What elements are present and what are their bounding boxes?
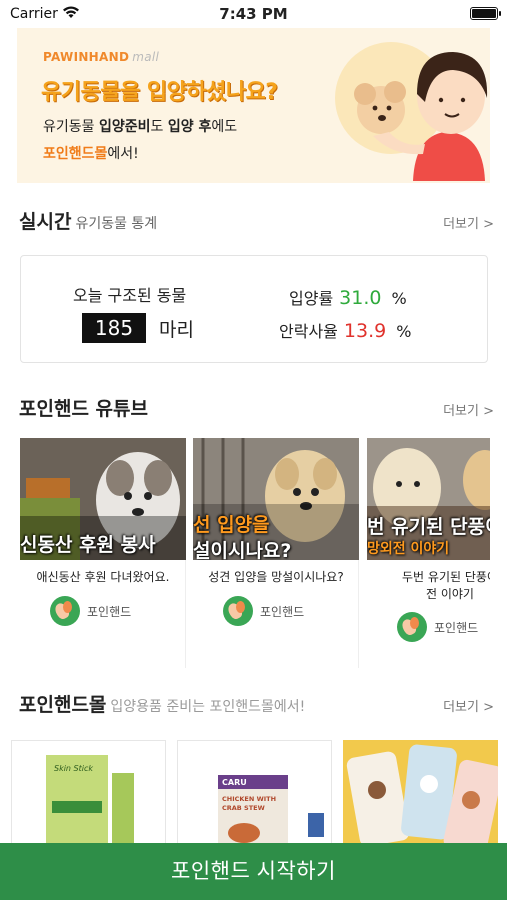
thumb-text: 설이시나요?	[193, 540, 292, 560]
banner-headline: 유기동물을 입양하셨나요?	[41, 80, 278, 105]
clock: 7:43 PM	[219, 5, 288, 23]
stats-title: 실시간 유기동물 통계	[19, 207, 157, 234]
banner-text-bold: 입양 후	[167, 119, 212, 135]
mall-more-link[interactable]: 더보기 >	[443, 696, 494, 715]
brand-name: PAWINHAND	[43, 50, 130, 64]
svg-text:CHICKEN WITH: CHICKEN WITH	[222, 795, 276, 803]
video-caption: 성견 입양을 망설이시나요?	[208, 570, 344, 584]
section-title: 실시간	[19, 211, 72, 233]
euthanasia-value: 13.9	[343, 320, 387, 342]
banner-text: 에도	[211, 119, 238, 135]
svg-text:CRAB STEW: CRAB STEW	[222, 804, 265, 812]
product-card[interactable]: CARU CHICKEN WITH CRAB STEW	[177, 740, 332, 850]
video-card[interactable]: 신동산 후원 봉사 애신동산 후원 다녀왔어요. 포인핸드	[20, 438, 186, 668]
product-image	[343, 740, 498, 850]
video-thumbnail: 선 입양을 설이시나요?	[193, 438, 359, 560]
section-title: 포인핸드몰	[19, 694, 107, 716]
svg-text:CARU: CARU	[222, 778, 247, 787]
mall-product-carousel[interactable]: Skin Stick CARU CHICKEN WITH CRAB STEW	[11, 740, 507, 850]
product-card[interactable]: Skin Stick	[11, 740, 166, 850]
video-card[interactable]: 선 입양을 설이시나요? 성견 입양을 망설이시나요? 포인핸드	[193, 438, 359, 668]
banner-text-bold: 입양준비	[98, 119, 151, 135]
percent-sign: %	[396, 322, 412, 341]
euthanasia-label: 안락사율	[279, 322, 338, 341]
stats-card: 오늘 구조된 동물 185 마리 입양률 31.0% 안락사율 13.9%	[20, 255, 488, 363]
mall-title: 포인핸드몰 입양용품 준비는 포인핸드몰에서!	[19, 690, 305, 717]
mall-section-header: 포인핸드몰 입양용품 준비는 포인핸드몰에서! 더보기 >	[19, 690, 494, 720]
video-card[interactable]: 번 유기된 단풍이 망외전 이야기 두번 유기된 단풍이 전 이야기 포인핸드	[367, 438, 490, 668]
youtube-carousel[interactable]: 신동산 후원 봉사 애신동산 후원 다녀왔어요. 포인핸드 선 입양을 설이시나…	[20, 438, 490, 668]
brand-suffix: mall	[132, 50, 160, 64]
banner-line-2: 포인핸드몰에서!	[43, 143, 139, 163]
thumb-text: 신동산 후원 봉사	[20, 534, 156, 556]
product-image: Skin Stick	[12, 741, 165, 849]
svg-text:Skin Stick: Skin Stick	[54, 764, 93, 773]
percent-sign: %	[391, 289, 407, 308]
promo-banner[interactable]: PAWINHAND mall 유기동물을 입양하셨나요? 유기동물 입양준비도 입…	[17, 28, 490, 183]
rescued-count: 185	[82, 313, 146, 343]
channel-avatar	[397, 612, 427, 642]
video-caption: 두번 유기된 단풍이 전 이야기	[367, 569, 490, 603]
youtube-more-link[interactable]: 더보기 >	[443, 400, 494, 419]
channel-avatar	[223, 596, 253, 626]
euthanasia-rate-row: 안락사율 13.9%	[279, 318, 411, 342]
youtube-title: 포인핸드 유튜브	[19, 398, 148, 420]
girl-with-dog-illustration	[335, 42, 488, 181]
video-thumbnail: 신동산 후원 봉사	[20, 438, 186, 560]
status-bar: Carrier 7:43 PM	[0, 0, 507, 28]
adoption-label: 입양률	[289, 289, 334, 308]
banner-text: 유기동물	[43, 119, 99, 135]
caption-line: 두번 유기된 단풍이	[402, 570, 490, 584]
thumb-text: 선 입양을	[193, 514, 270, 536]
battery-icon	[470, 7, 501, 20]
section-subtitle: 유기동물 통계	[75, 216, 158, 232]
thumb-text: 망외전 이야기	[367, 541, 450, 557]
banner-line-1: 유기동물 입양준비도 입양 후에도	[43, 116, 237, 136]
section-subtitle: 입양용품 준비는 포인핸드몰에서!	[110, 699, 306, 715]
banner-brand: PAWINHAND mall	[43, 50, 159, 64]
video-caption: 애신동산 후원 다녀왔어요.	[36, 570, 170, 584]
stats-more-link[interactable]: 더보기 >	[443, 213, 494, 232]
banner-text: 에서!	[107, 146, 139, 162]
product-image: CARU CHICKEN WITH CRAB STEW	[178, 741, 331, 849]
channel-avatar	[50, 596, 80, 626]
channel-name: 포인핸드	[87, 605, 132, 619]
youtube-section-header: 포인핸드 유튜브 더보기 >	[19, 394, 494, 424]
rescued-label: 오늘 구조된 동물	[73, 286, 187, 305]
channel-name: 포인핸드	[434, 621, 479, 635]
video-thumbnail: 번 유기된 단풍이 망외전 이야기	[367, 438, 490, 560]
banner-mall-name: 포인핸드몰	[43, 146, 108, 162]
rescued-unit: 마리	[159, 319, 194, 341]
caption-line: 전 이야기	[426, 587, 474, 601]
product-card[interactable]	[343, 740, 498, 850]
adoption-rate-row: 입양률 31.0%	[289, 285, 407, 309]
channel-name: 포인핸드	[260, 605, 305, 619]
thumb-text: 번 유기된 단풍이	[367, 516, 490, 538]
adoption-value: 31.0	[339, 287, 382, 309]
start-pawinhand-button[interactable]: 포인핸드 시작하기	[0, 843, 507, 900]
stats-section-header: 실시간 유기동물 통계 더보기 >	[19, 207, 494, 237]
banner-text: 도	[150, 119, 168, 135]
